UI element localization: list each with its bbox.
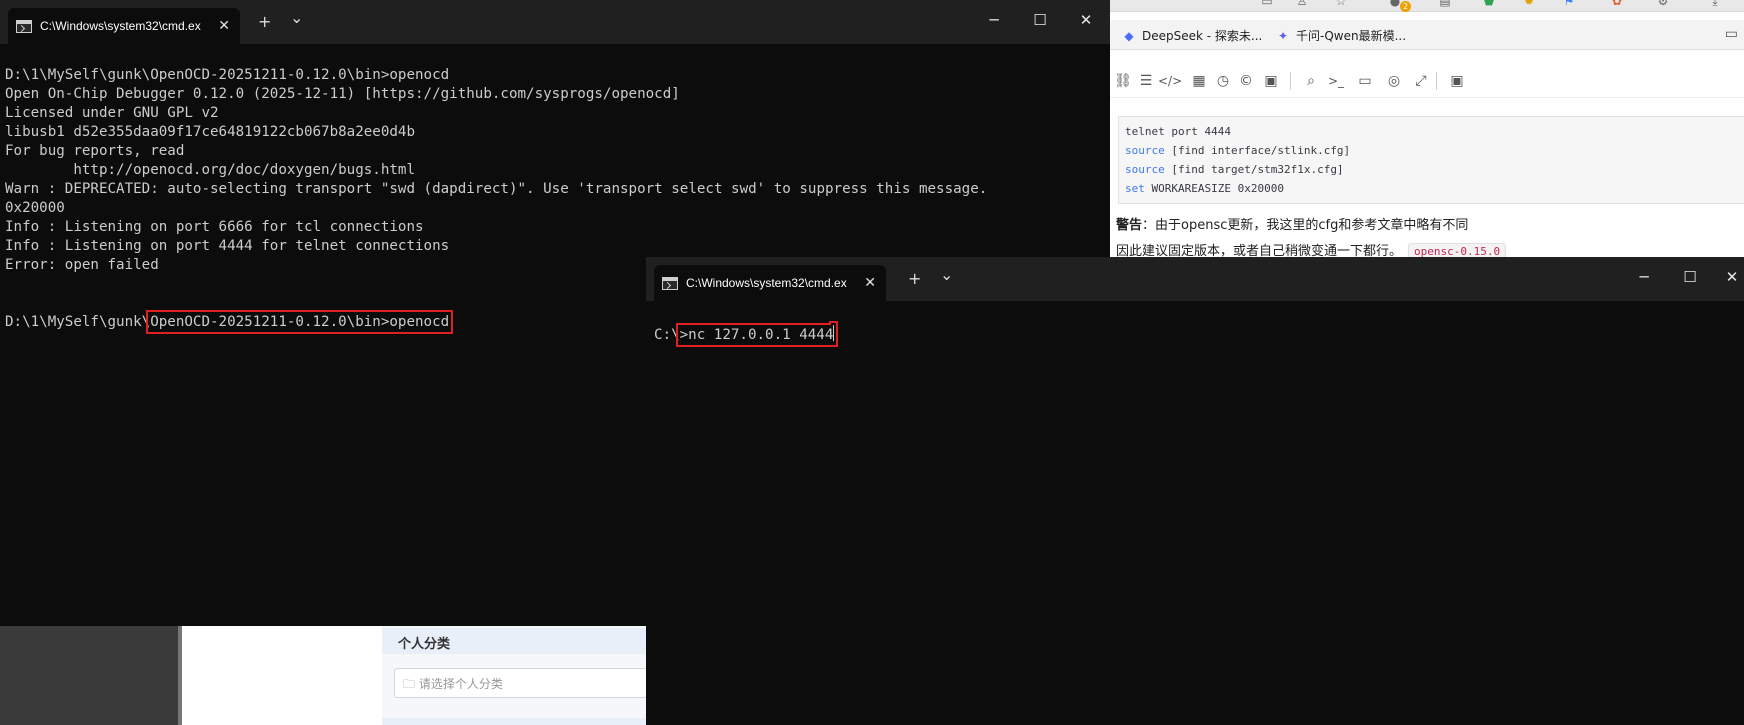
- console-line: Open On-Chip Debugger 0.12.0 (2025-12-11…: [5, 86, 680, 102]
- code-line: source [find interface/stlink.cfg]: [1125, 144, 1351, 157]
- maximize-icon[interactable]: ☐: [1680, 267, 1700, 287]
- bookmark-qwen[interactable]: ✦ 千问-Qwen最新模...: [1276, 27, 1406, 44]
- category-placeholder: 请选择个人分类: [418, 677, 503, 691]
- split-view-icon[interactable]: ▭: [1260, 0, 1274, 8]
- tab-title: C:\Windows\system32\cmd.ex: [686, 276, 847, 290]
- eye-off-icon[interactable]: ◎: [1383, 70, 1405, 92]
- people-icon[interactable]: ⚑: [1562, 0, 1576, 8]
- copyright-icon[interactable]: ©: [1235, 70, 1257, 92]
- maximize-icon[interactable]: ☐: [1030, 10, 1050, 30]
- category-select[interactable]: 🗀 请选择个人分类: [394, 668, 648, 698]
- minimize-icon[interactable]: ─: [1634, 267, 1654, 287]
- prompt-prefix: C:\: [654, 327, 680, 343]
- highlighted-command: >nc 127.0.0.1 4444: [675, 323, 839, 347]
- tab-title: C:\Windows\system32\cmd.ex: [40, 19, 201, 33]
- warning-text: ：由于opensc更新，我这里的cfg和参考文章中略有不同: [1142, 218, 1469, 233]
- console-line: For bug reports, read: [5, 143, 185, 159]
- clock-icon[interactable]: ◷: [1212, 70, 1234, 92]
- console-line: libusb1 d52e355daa09f17ce64819122cb067b8…: [5, 124, 415, 140]
- other-bookmarks-folder-icon[interactable]: ▭: [1725, 26, 1738, 42]
- toolbar-divider: [1290, 72, 1291, 90]
- console-line: D:\1\MySelf\gunk\OpenOCD-20251211-0.12.0…: [5, 67, 450, 83]
- background-blog-editor: 个人分类 🗀 请选择个人分类: [178, 626, 648, 725]
- qwen-logo-icon: ✦: [1277, 28, 1289, 43]
- bookmark-label: 千问-Qwen最新模...: [1296, 29, 1407, 43]
- tab-dropdown-chevron-down-icon[interactable]: ⌄: [290, 8, 303, 28]
- template-icon[interactable]: ▣: [1260, 70, 1282, 92]
- panel-footer: [382, 718, 648, 725]
- terminal-titlebar[interactable]: C:\Windows\system32\cmd.ex ✕ + ⌄ ─ ☐ ✕: [0, 0, 1110, 44]
- sidebar-icon[interactable]: ▤: [1438, 0, 1452, 8]
- terminal-tab[interactable]: C:\Windows\system32\cmd.ex ✕: [8, 8, 240, 44]
- tab-close-icon[interactable]: ✕: [218, 17, 230, 35]
- bookmarks-bar: ◆ DeepSeek - 探索未... ✦ 千问-Qwen最新模... ▭: [1110, 20, 1744, 50]
- console-line: 0x20000: [5, 200, 65, 216]
- save-icon[interactable]: ▣: [1446, 70, 1468, 92]
- terminal-titlebar[interactable]: C:\Windows\system32\cmd.ex ✕ + ⌄ ─ ☐ ✕: [646, 257, 1744, 301]
- page-gutter: [182, 626, 382, 725]
- category-panel: 个人分类 🗀 请选择个人分类: [382, 626, 648, 725]
- code-line: set WORKAREASIZE 0x20000: [1125, 182, 1284, 195]
- console-line: Info : Listening on port 6666 for tcl co…: [5, 219, 424, 235]
- cmd-icon: [16, 19, 32, 33]
- fullscreen-icon[interactable]: ⤢: [1410, 70, 1432, 92]
- monitor-icon[interactable]: ▭: [1354, 70, 1376, 92]
- profile-icon[interactable]: ♙: [1295, 0, 1309, 8]
- puzzle-icon[interactable]: ✹: [1522, 0, 1536, 8]
- link-icon[interactable]: ⛓: [1112, 70, 1134, 92]
- bookmark-label: DeepSeek - 探索未...: [1142, 29, 1263, 43]
- close-window-icon[interactable]: ✕: [1076, 10, 1096, 30]
- outline-icon[interactable]: ☰: [1135, 70, 1157, 92]
- new-tab-button[interactable]: +: [908, 269, 921, 289]
- terminal-tab[interactable]: C:\Windows\system32\cmd.ex ✕: [654, 265, 886, 301]
- toolbar-divider: [1436, 72, 1437, 90]
- console-prompt-line: C:\>nc 127.0.0.1 4444: [654, 323, 1744, 347]
- bookmark-deepseek[interactable]: ◆ DeepSeek - 探索未...: [1122, 27, 1262, 44]
- tab-dropdown-chevron-down-icon[interactable]: ⌄: [940, 265, 953, 285]
- browser-toolbar-strip: ▭ ♙ ☆ ● 2 ▤ ⬟ ✹ ⚑ ✿ ⚙ ⤓: [1110, 0, 1744, 12]
- warning-paragraph: 警告：由于opensc更新，我这里的cfg和参考文章中略有不同: [1116, 214, 1468, 233]
- tab-close-icon[interactable]: ✕: [864, 274, 876, 292]
- background-browser-window: ▭ ♙ ☆ ● 2 ▤ ⬟ ✹ ⚑ ✿ ⚙ ⤓ ◆ DeepSeek - 探索未…: [1110, 0, 1744, 262]
- terminal-console-output[interactable]: C:\>nc 127.0.0.1 4444: [646, 301, 1744, 725]
- shield-icon[interactable]: ⬟: [1482, 0, 1496, 8]
- close-window-icon[interactable]: ✕: [1722, 267, 1742, 287]
- table-icon[interactable]: ▦: [1188, 70, 1210, 92]
- warning-label: 警告: [1116, 218, 1143, 233]
- markdown-editor-toolbar: ⛓ ☰ </> ▦ ◷ © ▣ ⌕ >_ ▭ ◎ ⤢ ▣: [1110, 64, 1744, 98]
- console-line: Info : Listening on port 4444 for telnet…: [5, 238, 450, 254]
- folder-icon: 🗀: [403, 677, 419, 691]
- minimize-icon[interactable]: ─: [984, 10, 1004, 30]
- code-line: source [find target/stm32f1x.cfg]: [1125, 163, 1344, 176]
- console-line: http://openocd.org/doc/doxygen/bugs.html: [5, 162, 415, 178]
- favorite-star-icon[interactable]: ☆: [1334, 0, 1348, 8]
- search-icon[interactable]: ⌕: [1300, 70, 1322, 92]
- deepseek-whale-icon: ◆: [1124, 28, 1134, 43]
- console-line: Licensed under GNU GPL v2: [5, 105, 219, 121]
- prompt-prefix: D:\1\MySelf\gunk\: [5, 314, 151, 330]
- text-cursor: [833, 325, 835, 341]
- new-tab-button[interactable]: +: [258, 12, 271, 32]
- code-block: telnet port 4444 source [find interface/s…: [1118, 116, 1744, 204]
- highlighted-command: OpenOCD-20251211-0.12.0\bin>openocd: [146, 310, 454, 334]
- cookie-icon[interactable]: ✿: [1610, 0, 1624, 8]
- console-line: Warn : DEPRECATED: auto-selecting transp…: [5, 181, 988, 197]
- extension-badge: 2: [1400, 1, 1411, 12]
- code-line: telnet port 4444: [1125, 125, 1231, 138]
- terminal-window-nc[interactable]: C:\Windows\system32\cmd.ex ✕ + ⌄ ─ ☐ ✕ C…: [646, 257, 1744, 725]
- download-icon[interactable]: ⤓: [1708, 0, 1722, 8]
- cmd-icon: [662, 276, 678, 290]
- settings-gear-icon[interactable]: ⚙: [1656, 0, 1670, 8]
- category-header: 个人分类: [382, 628, 648, 654]
- code-icon[interactable]: </>: [1158, 70, 1182, 92]
- terminal-prompt-icon[interactable]: >_: [1325, 70, 1347, 92]
